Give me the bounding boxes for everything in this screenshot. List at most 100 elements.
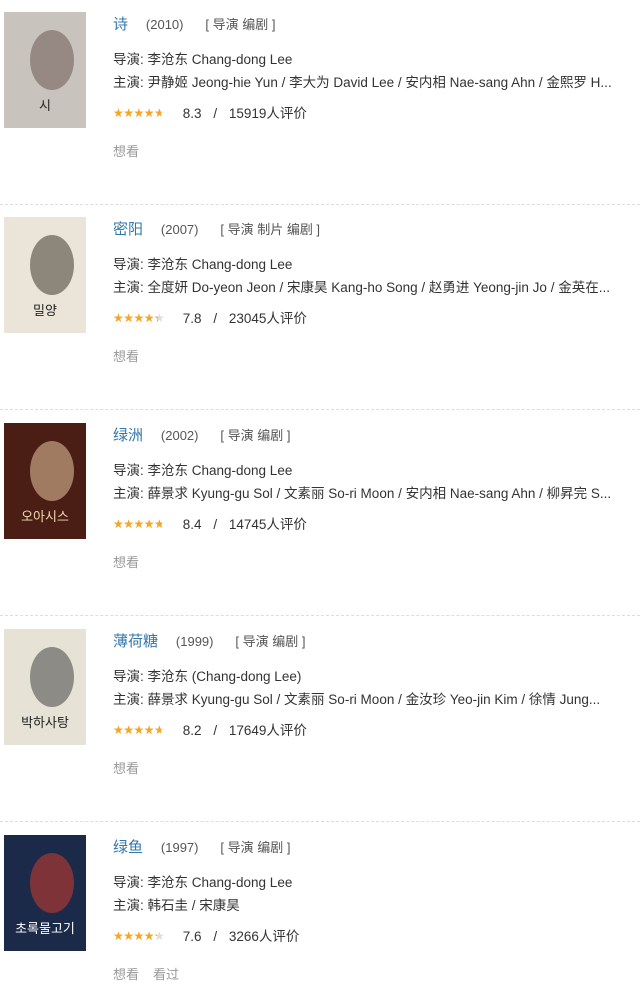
want-to-watch-button[interactable]: 想看 — [113, 761, 139, 776]
title-line: 绿洲 (2002) [ 导演 编剧 ] — [113, 423, 640, 447]
poster-image: 박하사탕 — [4, 629, 86, 745]
movie-title-link[interactable]: 绿洲 — [113, 427, 143, 444]
movie-poster[interactable]: 시 — [4, 12, 86, 128]
rating-votes: 3266人评价 — [228, 929, 300, 944]
movie-actions: 想看 — [113, 142, 640, 162]
movie-roles: [ 导演 编剧 ] — [235, 634, 306, 649]
movie-info: 绿洲 (2002) [ 导演 编剧 ] 导演: 李沧东 Chang-dong L… — [113, 423, 640, 573]
poster-image: 밀양 — [4, 217, 86, 333]
rating-line: ★★★★★ ★★★★★ 7.6 / 3266人评价 — [113, 926, 640, 948]
rating-separator: / — [213, 311, 218, 326]
movie-cast: 主演: 薛景求 Kyung-gu Sol / 文素丽 So-ri Moon / … — [113, 486, 612, 501]
movie-year: (1999) — [175, 634, 214, 649]
movie-poster[interactable]: 오아시스 — [4, 423, 86, 539]
movie-roles: [ 导演 编剧 ] — [205, 17, 276, 32]
movie-cast: 主演: 薛景求 Kyung-gu Sol / 文素丽 So-ri Moon / … — [113, 692, 601, 707]
rating-score: 8.2 — [182, 723, 202, 738]
rating-stars: ★★★★★ ★★★★★ — [113, 311, 171, 325]
rating-separator: / — [213, 106, 218, 121]
movie-item: 밀양 密阳 (2007) [ 导演 制片 编剧 ] 导演: 李沧东 Chang-… — [0, 205, 640, 410]
movie-info: 绿鱼 (1997) [ 导演 编剧 ] 导演: 李沧东 Chang-dong L… — [113, 835, 640, 985]
movie-info: 薄荷糖 (1999) [ 导演 编剧 ] 导演: 李沧东 (Chang-dong… — [113, 629, 640, 779]
rating-score: 8.3 — [182, 106, 202, 121]
want-to-watch-button[interactable]: 想看 — [113, 349, 139, 364]
movie-item: 박하사탕 薄荷糖 (1999) [ 导演 编剧 ] 导演: 李沧东 (Chang… — [0, 617, 640, 822]
movie-roles: [ 导演 编剧 ] — [220, 840, 291, 855]
want-to-watch-button[interactable]: 想看 — [113, 967, 139, 982]
poster-title-text: 초록물고기 — [15, 922, 75, 937]
movie-year: (2010) — [145, 17, 184, 32]
movie-cast: 主演: 韩石圭 / 宋康昊 — [113, 898, 240, 913]
movie-info: 诗 (2010) [ 导演 编剧 ] 导演: 李沧东 Chang-dong Le… — [113, 12, 640, 162]
movie-title-link[interactable]: 密阳 — [113, 221, 143, 238]
movie-title-link[interactable]: 绿鱼 — [113, 839, 143, 856]
rating-line: ★★★★★ ★★★★★ 8.3 / 15919人评价 — [113, 103, 640, 125]
title-line: 薄荷糖 (1999) [ 导演 编剧 ] — [113, 629, 640, 653]
rating-separator: / — [213, 723, 218, 738]
item-divider — [0, 821, 640, 822]
poster-title-text: 오아시스 — [21, 510, 69, 525]
title-line: 密阳 (2007) [ 导演 制片 编剧 ] — [113, 217, 640, 241]
rating-score: 7.8 — [182, 311, 202, 326]
rating-score: 7.6 — [182, 929, 202, 944]
movie-director: 导演: 李沧东 Chang-dong Lee — [113, 463, 293, 478]
poster-image: 시 — [4, 12, 86, 128]
rating-stars-filled: ★★★★★ — [113, 517, 162, 531]
rating-stars-filled: ★★★★★ — [113, 723, 161, 737]
movie-poster[interactable]: 박하사탕 — [4, 629, 86, 745]
rating-votes: 17649人评价 — [228, 723, 307, 738]
poster-title-text: 밀양 — [33, 304, 57, 319]
movie-item: 초록물고기 绿鱼 (1997) [ 导演 编剧 ] 导演: 李沧东 Chang-… — [0, 823, 640, 1001]
rating-stars: ★★★★★ ★★★★★ — [113, 929, 171, 943]
movie-year: (2007) — [160, 222, 199, 237]
rating-score: 8.4 — [182, 517, 202, 532]
poster-image: 초록물고기 — [4, 835, 86, 951]
rating-line: ★★★★★ ★★★★★ 8.2 / 17649人评价 — [113, 720, 640, 742]
title-line: 绿鱼 (1997) [ 导演 编剧 ] — [113, 835, 640, 859]
movie-cast: 主演: 全度妍 Do-yeon Jeon / 宋康昊 Kang-ho Song … — [113, 280, 610, 295]
rating-line: ★★★★★ ★★★★★ 7.8 / 23045人评价 — [113, 308, 640, 330]
poster-title-text: 시 — [39, 99, 51, 114]
rating-stars: ★★★★★ ★★★★★ — [113, 517, 171, 531]
movie-actions: 想看 — [113, 553, 640, 573]
poster-title-text: 박하사탕 — [21, 716, 69, 731]
item-divider — [0, 615, 640, 616]
movie-director: 导演: 李沧东 Chang-dong Lee — [113, 257, 293, 272]
rating-separator: / — [213, 517, 218, 532]
rating-votes: 23045人评价 — [228, 311, 307, 326]
movie-title-link[interactable]: 薄荷糖 — [113, 633, 158, 650]
movie-director: 导演: 李沧东 Chang-dong Lee — [113, 875, 293, 890]
movie-item: 시 诗 (2010) [ 导演 编剧 ] 导演: 李沧东 Chang-dong … — [0, 0, 640, 205]
rating-stars: ★★★★★ ★★★★★ — [113, 106, 171, 120]
watched-button[interactable]: 看过 — [153, 967, 179, 982]
item-divider — [0, 409, 640, 410]
want-to-watch-button[interactable]: 想看 — [113, 555, 139, 570]
movie-info: 密阳 (2007) [ 导演 制片 编剧 ] 导演: 李沧东 Chang-don… — [113, 217, 640, 367]
rating-stars-filled: ★★★★★ — [113, 106, 162, 120]
movie-director: 导演: 李沧东 Chang-dong Lee — [113, 52, 293, 67]
rating-stars-filled: ★★★★★ — [113, 929, 157, 943]
movie-year: (1997) — [160, 840, 199, 855]
rating-stars: ★★★★★ ★★★★★ — [113, 723, 171, 737]
rating-separator: / — [213, 929, 218, 944]
movie-poster[interactable]: 밀양 — [4, 217, 86, 333]
title-line: 诗 (2010) [ 导演 编剧 ] — [113, 12, 640, 36]
rating-line: ★★★★★ ★★★★★ 8.4 / 14745人评价 — [113, 514, 640, 536]
movie-director: 导演: 李沧东 (Chang-dong Lee) — [113, 669, 302, 684]
movie-roles: [ 导演 编剧 ] — [220, 428, 291, 443]
rating-votes: 14745人评价 — [228, 517, 307, 532]
movie-actions: 想看 看过 — [113, 965, 640, 985]
movie-title-link[interactable]: 诗 — [113, 16, 128, 33]
filmography-list: 시 诗 (2010) [ 导演 编剧 ] 导演: 李沧东 Chang-dong … — [0, 0, 640, 1001]
poster-image: 오아시스 — [4, 423, 86, 539]
movie-cast: 主演: 尹静姬 Jeong-hie Yun / 李大为 David Lee / … — [113, 75, 612, 90]
movie-actions: 想看 — [113, 759, 640, 779]
movie-year: (2002) — [160, 428, 199, 443]
movie-item: 오아시스 绿洲 (2002) [ 导演 编剧 ] 导演: 李沧东 Chang-d… — [0, 411, 640, 616]
movie-roles: [ 导演 制片 编剧 ] — [220, 222, 321, 237]
movie-actions: 想看 — [113, 347, 640, 367]
rating-stars-filled: ★★★★★ — [113, 311, 158, 325]
rating-votes: 15919人评价 — [228, 106, 307, 121]
want-to-watch-button[interactable]: 想看 — [113, 144, 139, 159]
movie-poster[interactable]: 초록물고기 — [4, 835, 86, 951]
